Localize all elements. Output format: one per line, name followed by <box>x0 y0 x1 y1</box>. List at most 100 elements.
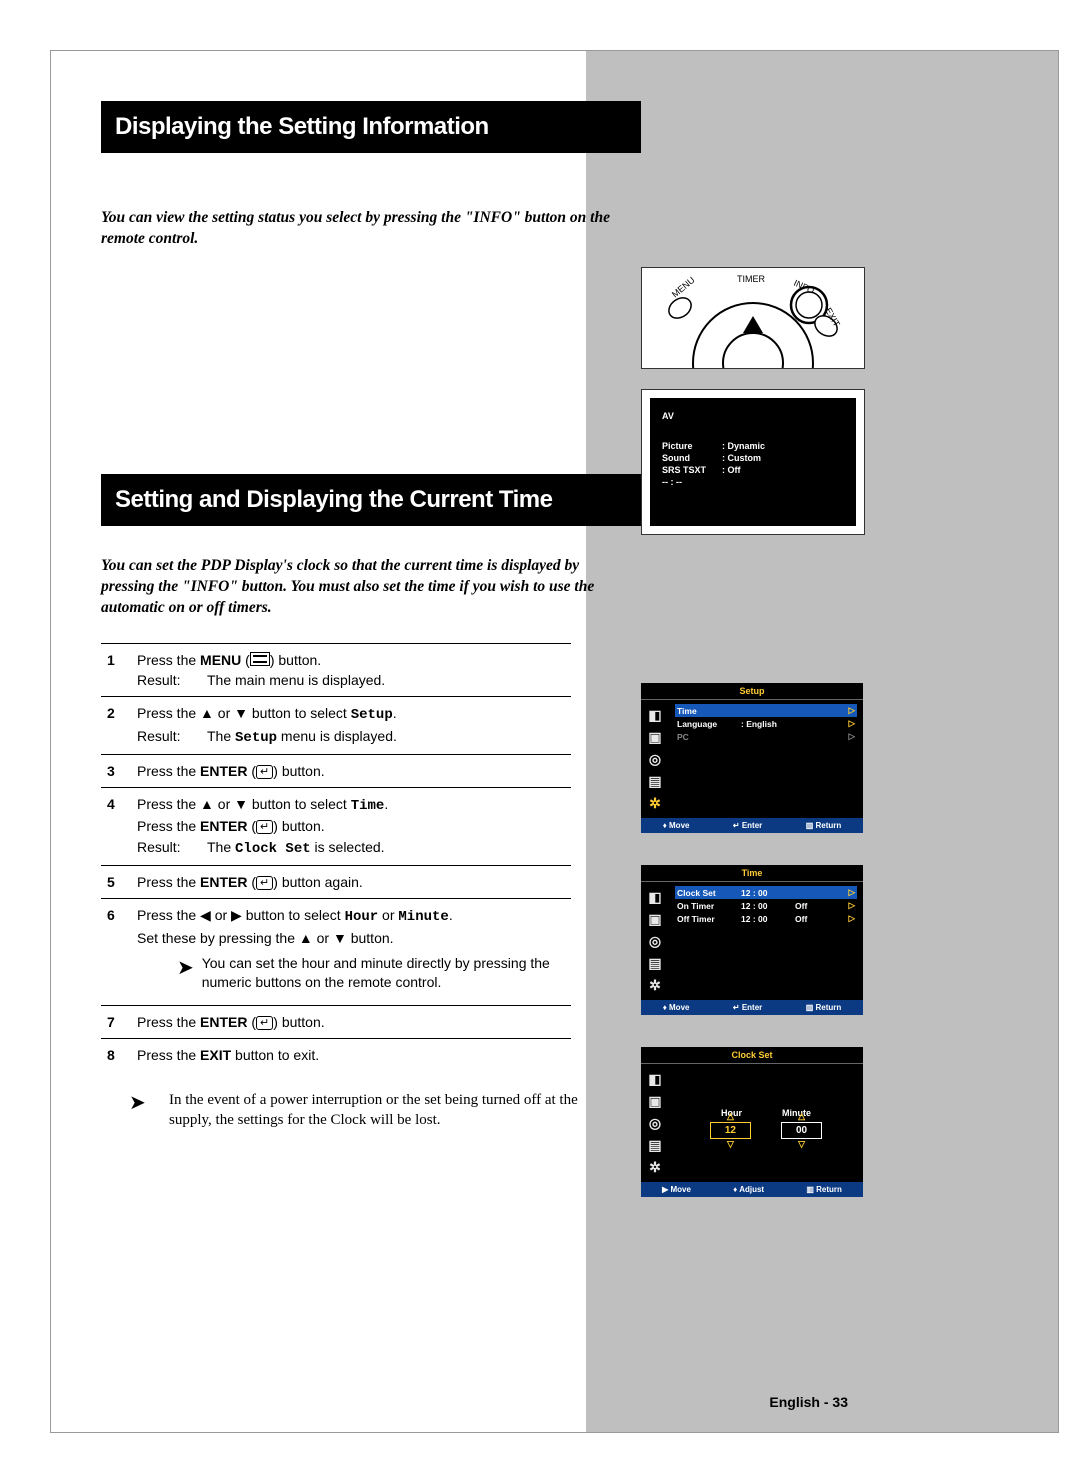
txt: ) button. <box>273 763 324 779</box>
step-body: Press the EXIT button to exit. <box>137 1045 571 1065</box>
osd-hint: ▶ Move <box>662 1185 691 1194</box>
step-note: ➤ You can set the hour and minute direct… <box>137 948 567 999</box>
step-body: Press the MENU () button. Result:The mai… <box>137 650 571 691</box>
chevron-right-icon: ▷ <box>848 718 855 729</box>
up-triangle-icon: ▲ <box>200 796 214 812</box>
txt: Enter <box>742 821 762 830</box>
step-row: 3 Press the ENTER (↵) button. <box>101 755 571 788</box>
result-text: The main menu is displayed. <box>207 670 385 690</box>
sound-icon: ▣ <box>648 1094 661 1108</box>
txt: Enter <box>742 1003 762 1012</box>
txt: Press the <box>137 874 200 890</box>
txt: ) button again. <box>273 874 363 890</box>
right-triangle-icon: ▶ <box>231 907 242 923</box>
chevron-right-icon: ▷ <box>848 900 855 911</box>
osd-icon-strip: ◧ ▣ ◎ ▤ ✲ <box>641 882 669 1000</box>
step-body: Press the ENTER (↵) button again. <box>137 872 571 892</box>
osd-icon-strip: ◧ ▣ ◎ ▤ ✲ <box>641 700 669 818</box>
pc-icon: ▤ <box>648 956 661 970</box>
txt: ( <box>247 763 256 779</box>
step-row: 2 Press the ▲ or ▼ button to select Setu… <box>101 697 571 755</box>
info-label: Picture <box>662 441 722 451</box>
txt: Move <box>670 1185 690 1194</box>
up-triangle-icon: ▲ <box>200 705 214 721</box>
info-time: -- : -- <box>662 477 682 487</box>
txt: ( <box>247 1014 256 1030</box>
step-body: Press the ▲ or ▼ button to select Time. … <box>137 794 571 859</box>
menu-icon <box>250 652 270 666</box>
osd-title: Clock Set <box>641 1047 863 1064</box>
osd-footer: ♦ Move ↵ Enter ▥ Return <box>641 818 863 833</box>
result-label: Result: <box>137 726 207 748</box>
info-label: Sound <box>662 453 722 463</box>
step-number: 8 <box>101 1045 137 1065</box>
txt: Return <box>816 1185 842 1194</box>
osd-icon-strip: ◧ ▣ ◎ ▤ ✲ <box>641 1064 669 1182</box>
osd-hint: ▥ Return <box>806 1003 842 1012</box>
step-number: 4 <box>101 794 137 859</box>
txt-bold: ENTER <box>200 874 247 890</box>
step-row: 6 Press the ◀ or ▶ button to select Hour… <box>101 899 571 1006</box>
setup-icon: ✲ <box>649 1160 661 1174</box>
txt: Press the <box>137 1014 200 1030</box>
osd-item-time: Time ▷ <box>675 704 857 717</box>
txt: Return <box>815 821 841 830</box>
txt: or <box>378 907 398 923</box>
osd-hint: ↵ Enter <box>733 1003 762 1012</box>
osd-hint: ↵ Enter <box>733 821 762 830</box>
chevron-right-icon: ▷ <box>848 731 855 742</box>
txt: Press the <box>137 796 200 812</box>
remote-illustration: MENU TIMER INFO EXIT <box>641 267 865 369</box>
osd-hint: ▥ Return <box>806 821 842 830</box>
txt: menu is displayed. <box>277 728 397 744</box>
txt: . <box>449 907 453 923</box>
txt: or <box>211 907 231 923</box>
down-triangle-icon: ▼ <box>234 705 248 721</box>
picture-icon: ◧ <box>648 708 661 722</box>
chevron-right-icon: ▷ <box>848 913 855 924</box>
txt: or <box>214 705 234 721</box>
enter-icon: ↵ <box>256 876 273 890</box>
channel-icon: ◎ <box>649 1116 661 1130</box>
osd-clock-set: Clock Set ◧ ▣ ◎ ▤ ✲ Hour Minute 12 00 <box>641 1047 863 1197</box>
txt: Press the <box>137 705 200 721</box>
step-row: 8 Press the EXIT button to exit. <box>101 1039 571 1071</box>
txt: Adjust <box>739 1185 764 1194</box>
setup-icon: ✲ <box>649 978 661 992</box>
info-status-panel: AV Picture: Dynamic Sound: Custom SRS TS… <box>641 389 865 535</box>
step-number: 5 <box>101 872 137 892</box>
info-value: : Off <box>722 465 741 475</box>
step-row: 4 Press the ▲ or ▼ button to select Time… <box>101 788 571 866</box>
txt-bold: ENTER <box>200 763 247 779</box>
note-text: You can set the hour and minute directly… <box>202 954 567 993</box>
chevron-right-icon: ▷ <box>848 705 855 716</box>
osd-label: Time <box>677 706 741 716</box>
txt: button. <box>347 930 394 946</box>
footnote: ➤ In the event of a power interruption o… <box>101 1072 609 1131</box>
osd-hint: ♦ Move <box>663 821 690 830</box>
txt: The <box>207 728 235 744</box>
step-body: Press the ◀ or ▶ button to select Hour o… <box>137 905 571 999</box>
mono: Time <box>351 798 385 814</box>
pc-icon: ▤ <box>648 1138 661 1152</box>
enter-icon: ↵ <box>256 820 273 834</box>
txt: ( <box>241 652 250 668</box>
osd-hint: ♦ Move <box>663 1003 690 1012</box>
osd-title: Time <box>641 865 863 882</box>
osd-value: Off <box>795 914 825 924</box>
osd-value: Off <box>795 901 825 911</box>
page-footer: English - 33 <box>769 1394 848 1410</box>
txt-bold: ENTER <box>200 1014 247 1030</box>
txt: Move <box>669 1003 689 1012</box>
picture-icon: ◧ <box>648 890 661 904</box>
osd-item-pc: PC▷ <box>675 730 857 743</box>
down-triangle-icon: ▼ <box>333 930 347 946</box>
result-label: Result: <box>137 837 207 859</box>
osd-time-menu: Time ◧ ▣ ◎ ▤ ✲ Clock Set12 : 00▷ On Time… <box>641 865 863 1015</box>
osd-item-language: Language: English▷ <box>675 717 857 730</box>
osd-setup-menu: Setup ◧ ▣ ◎ ▤ ✲ Time▷ Language: English▷… <box>641 683 863 833</box>
osd-title: Setup <box>641 683 863 700</box>
osd-value: : English <box>741 719 777 729</box>
minute-spinner: 00 <box>781 1122 822 1139</box>
enter-icon: ↵ <box>256 765 273 779</box>
